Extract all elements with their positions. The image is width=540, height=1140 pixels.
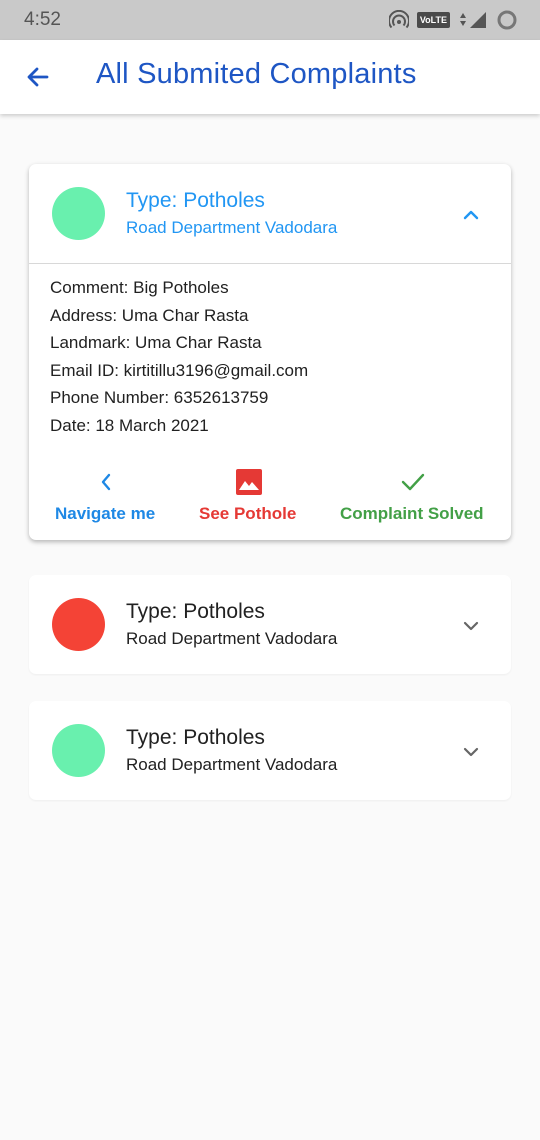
detail-phone: Phone Number: 6352613759: [50, 388, 269, 407]
status-indicator: [52, 724, 105, 777]
complaint-card-header[interactable]: Type: Potholes Road Department Vadodara: [29, 575, 511, 674]
chevron-left-icon[interactable]: [95, 469, 117, 495]
arrow-left-icon: [27, 67, 49, 87]
complaint-card-expanded: Type: Potholes Road Department Vadodara …: [29, 164, 511, 540]
image-icon[interactable]: [235, 468, 263, 496]
checkmark-icon[interactable]: [399, 469, 427, 495]
complaint-card[interactable]: Type: Potholes Road Department Vadodara: [29, 701, 511, 800]
divider: [29, 263, 511, 264]
see-pothole-button[interactable]: See Pothole: [199, 504, 296, 524]
signal-icon: [460, 12, 486, 28]
chevron-down-icon[interactable]: [459, 740, 483, 764]
page-title: All Submited Complaints: [96, 58, 417, 90]
chevron-down-icon[interactable]: [459, 614, 483, 638]
detail-email: Email ID: kirtitillu3196@gmail.com: [50, 360, 309, 380]
status-icons: VoLTE: [388, 9, 518, 31]
complaint-department: Road Department Vadodara: [126, 629, 338, 648]
complaint-type: Type: Potholes: [126, 600, 265, 623]
app-bar: All Submited Complaints: [0, 40, 540, 114]
detail-date: Date: 18 March 2021: [50, 415, 209, 435]
complaint-details: Comment: Big Potholes Address: Uma Char …: [50, 274, 308, 439]
hotspot-icon: [388, 10, 409, 29]
status-indicator: [52, 187, 105, 240]
complaint-type: Type: Potholes: [126, 726, 265, 749]
detail-comment: Comment: Big Potholes: [50, 278, 229, 297]
complaint-solved-button[interactable]: Complaint Solved: [340, 504, 484, 524]
status-bar: 4:52 VoLTE: [0, 0, 540, 40]
complaint-card[interactable]: Type: Potholes Road Department Vadodara: [29, 575, 511, 674]
navigate-button[interactable]: Navigate me: [55, 504, 155, 524]
status-time: 4:52: [24, 9, 61, 30]
back-button[interactable]: [20, 59, 56, 95]
complaint-department: Road Department Vadodara: [126, 755, 338, 774]
complaint-department: Road Department Vadodara: [126, 218, 338, 237]
detail-landmark: Landmark: Uma Char Rasta: [50, 333, 262, 352]
volte-badge: VoLTE: [416, 12, 450, 28]
complaint-type: Type: Potholes: [126, 189, 265, 212]
complaint-card-header[interactable]: Type: Potholes Road Department Vadodara: [29, 164, 511, 263]
chevron-up-icon[interactable]: [459, 203, 483, 227]
detail-address: Address: Uma Char Rasta: [50, 305, 249, 325]
status-indicator: [52, 598, 105, 651]
complaint-card-header[interactable]: Type: Potholes Road Department Vadodara: [29, 701, 511, 800]
loading-icon: [497, 10, 517, 30]
